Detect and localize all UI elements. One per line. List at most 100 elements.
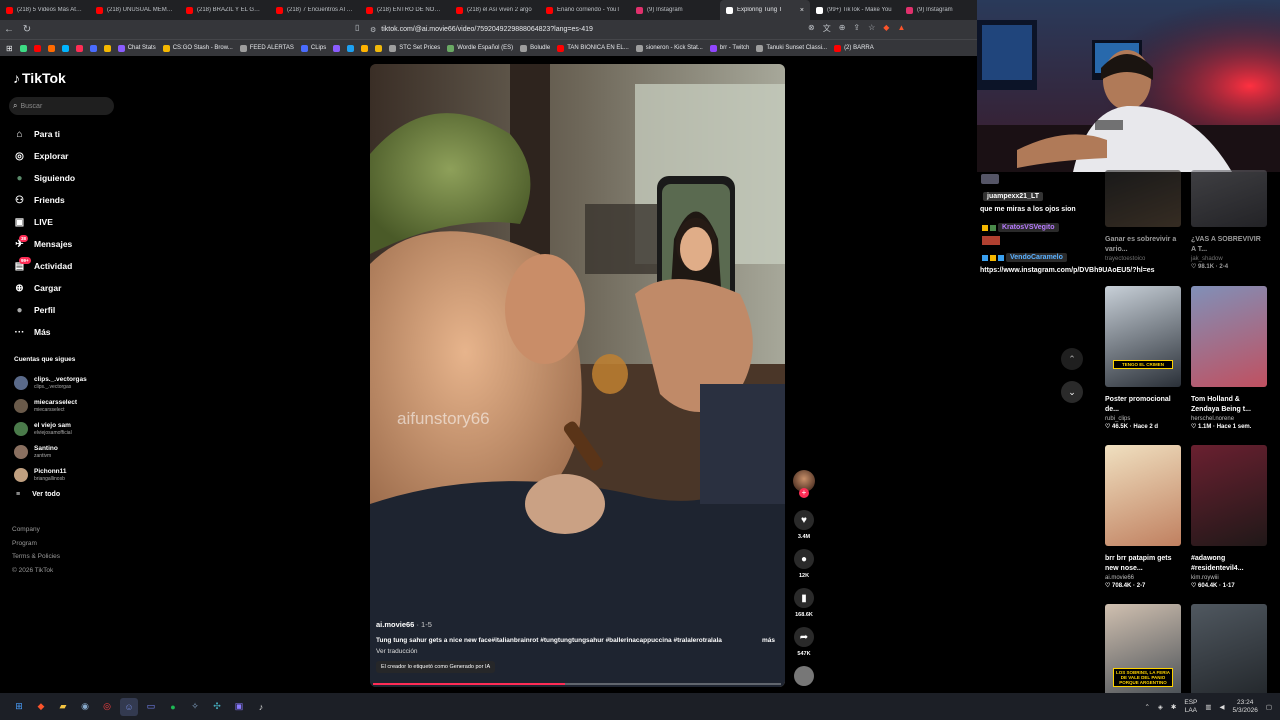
star-icon[interactable]: ☆ [868,23,875,34]
recommended-video[interactable]: brr brr patapim gets new nose... ai.movie… [1105,445,1181,589]
search-input[interactable]: ⌕ Buscar [9,97,114,115]
site-info-icon[interactable]: ⚙ [370,26,376,34]
comment-button[interactable]: ● 12K [792,549,816,579]
see-all-button[interactable]: ≡ Ver todo [16,491,60,498]
save-button[interactable]: ▮ 168.6K [792,588,816,618]
apps-grid-icon[interactable]: ⊞ [6,44,13,53]
follow-plus-icon[interactable]: + [799,488,809,498]
brave-shield-icon[interactable]: ◆ [883,23,889,34]
bookmark-item[interactable]: Chat Stats [117,44,156,52]
following-account[interactable]: Pichonn11 briangallinosb [14,463,129,486]
bookmark-item[interactable] [333,44,341,52]
browser-tab[interactable]: Enano corriendo - YouT [540,0,630,20]
back-icon[interactable]: ← [0,24,18,35]
volume-icon[interactable]: ◀ [1220,703,1225,711]
sidebar-item-perfil[interactable]: ● Perfil [13,299,128,321]
bookmark-item[interactable]: Wordle Español (ES) [447,44,513,52]
following-account[interactable]: Santino zantivm [14,440,129,463]
bookmark-item[interactable] [347,44,355,52]
system-clock[interactable]: 23:24 5/3/2026 [1233,699,1258,715]
brave-browser-icon[interactable]: ◆ [32,698,50,716]
bookmark-item[interactable] [361,44,369,52]
brave-rewards-icon[interactable]: ▲ [897,23,905,34]
spotify-icon[interactable]: ● [164,698,182,716]
bookmark-item[interactable] [103,44,111,52]
next-video-button[interactable]: ⌄ [1061,381,1083,403]
sidebar-item-actividad[interactable]: ▤ 99+ Actividad [13,255,128,277]
previous-video-button[interactable]: ⌃ [1061,348,1083,370]
recommended-video[interactable]: Tom Holland & Zendaya Being t... herschel… [1191,286,1267,430]
bookmark-item[interactable] [75,44,83,52]
recommended-video[interactable] [1191,604,1267,705]
extension-icon[interactable]: ⊗ [808,23,815,34]
bookmark-item[interactable] [375,44,383,52]
zoom-icon[interactable]: ⊕ [839,23,846,34]
sidebar-item-siguiendo[interactable]: ● Siguiendo [13,167,128,189]
browser-tab[interactable]: (218) el Así viven 2 argo [450,0,540,20]
tiktok-app-icon[interactable]: ♪ [252,698,270,716]
browser-tab[interactable]: (218) ENTRO DE NOCHE [360,0,450,20]
following-account[interactable]: el viejo sam elviejosamofficial [14,417,129,440]
sidebar-item-parati[interactable]: ⌂ Para ti [13,123,128,145]
obs-icon[interactable]: ◎ [98,698,116,716]
chat-username[interactable]: juampexx21_LT [983,192,1044,201]
bookmark-item[interactable]: brr - Twitch [709,44,749,52]
translate-link[interactable]: Ver traducción [376,648,776,655]
bookmark-item[interactable]: TAN BIONICA EN EL... [557,44,629,52]
bookmark-item[interactable] [47,44,55,52]
footer-link[interactable]: Company [12,523,60,537]
browser-tab[interactable]: (9) Instagram [900,0,977,20]
reload-icon[interactable]: ↻ [18,24,36,35]
chat-app-icon[interactable]: ▭ [142,698,160,716]
chat-username-2[interactable]: KratosVSVegito [998,223,1059,232]
share-button[interactable]: ➦ 547K [792,627,816,657]
bookmark-item[interactable]: STC Set Prices [389,44,440,52]
browser-tab[interactable]: (9) Instagram [630,0,720,20]
sidebar-item-explorar[interactable]: ◎ Explorar [13,145,128,167]
sound-disc[interactable] [792,666,816,686]
network-icon[interactable]: ▥ [1205,703,1211,711]
like-button[interactable]: ♥ 3.4M [792,510,816,540]
file-explorer-icon[interactable]: ▰ [54,698,72,716]
recommended-video[interactable]: ¿VAS A SOBREVIVIR A T... jak_shadow ♡ 98.1… [1191,170,1267,270]
bookmark-item[interactable]: CLips [300,44,326,52]
twitch-app-icon[interactable]: ▣ [230,698,248,716]
sidebar-item-cargar[interactable]: ⊕ Cargar [13,277,128,299]
footer-link[interactable]: Program [12,537,60,551]
notifications-icon[interactable]: ▢ [1266,703,1272,711]
tray-app-icon-2[interactable]: ✱ [1171,703,1176,711]
browser-tab[interactable]: (99+) TikTok - Make You [810,0,900,20]
sidebar-item-ms[interactable]: ··· Más [13,321,128,343]
tiktok-logo[interactable]: ♪ TikTok [13,70,66,86]
bookmark-page-icon[interactable]: ▯ [355,23,359,32]
bookmark-item[interactable]: FEED ALERTAS [239,44,294,52]
browser-tab[interactable]: (218) 5 Videos Más Atem [0,0,90,20]
language-indicator[interactable]: ESP LAA [1184,699,1197,715]
steam-icon[interactable]: ◉ [76,698,94,716]
share-icon[interactable]: ⇪ [853,23,860,34]
settings-app-icon[interactable]: ✧ [186,698,204,716]
bookmark-item[interactable] [33,44,41,52]
following-account[interactable]: miecarsselect miecarsselect [14,394,129,417]
video-player[interactable]: aifunstory66 [370,64,785,687]
windows-start-icon[interactable]: ⊞ [10,698,28,716]
bookmark-item[interactable]: Tanuki Sunset Classi... [756,44,827,52]
bookmark-item[interactable] [19,44,27,52]
recommended-video[interactable]: #adawong #residentevil4... kim.roywiii ♡ 6… [1191,445,1267,589]
browser-tab[interactable]: (218) 7 Encuentros ATER [270,0,360,20]
sidebar-item-mensajes[interactable]: ✈ 38 Mensajes [13,233,128,255]
following-account[interactable]: clips._.vectorgas clips._.vectorgas [14,371,129,394]
video-progress-bar[interactable] [373,683,781,685]
chat-username-3[interactable]: VendoCaramelo [1006,253,1067,262]
caption-more-button[interactable]: más [762,637,775,644]
translate-icon[interactable]: 文 [823,23,831,34]
tab-close-icon[interactable]: × [800,7,804,14]
bookmark-item[interactable] [61,44,69,52]
chat-message-link[interactable]: https://www.instagram.com/p/DVBh9UAoEU5/… [980,267,1155,274]
bookmark-item[interactable]: (2) BARRA [834,44,874,52]
footer-link[interactable]: Terms & Policies [12,550,60,564]
bookmark-item[interactable] [89,44,97,52]
video-author[interactable]: ai.movie66 [376,620,414,629]
recommended-video[interactable]: TENGO EL CRIMEN Poster promocional de... r… [1105,286,1181,430]
tray-chevron-icon[interactable]: ⌃ [1144,703,1149,711]
